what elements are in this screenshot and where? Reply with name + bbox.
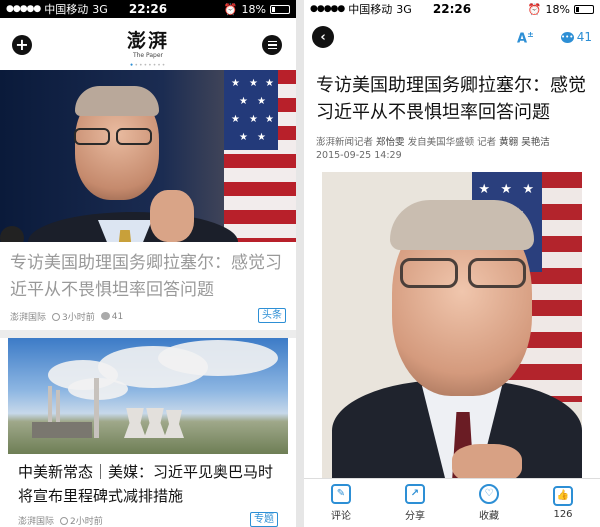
reporter-name[interactable]: 黄翱 (499, 137, 518, 148)
battery-icon (573, 4, 594, 14)
article-byline: 澎湃新闻记者 郑怡雯 发自美国华盛顿 记者 黄翱 吴艳洁 (316, 136, 594, 149)
feed-screen: ●●●●● 中国移动 3G 22:26 ⏰ 18% + 澎湃 The Paper… (0, 0, 296, 527)
reporter-name[interactable]: 郑怡雯 (376, 137, 405, 148)
app-header: + 澎湃 The Paper •••••••• (0, 18, 296, 70)
article-action-bar: ✎ 评论 ↗ 分享 ♡ 收藏 👍 126 (304, 478, 600, 527)
article-screen: ●●●●● 中国移动 3G 22:26 ⏰ 18% ‹ A± ••• 41 专访… (304, 0, 600, 527)
back-button[interactable]: ‹ (312, 26, 334, 48)
microphone-image (0, 226, 24, 242)
article-title[interactable]: 专访美国助理国务卿拉塞尔：感觉习近平从不畏惧坦率回答问题 (10, 250, 288, 304)
comment-button[interactable]: ✎ 评论 (304, 479, 378, 527)
app-logo-subtitle: The Paper (132, 52, 164, 59)
comment-count: 41 (576, 30, 592, 44)
favorite-label: 收藏 (479, 511, 499, 522)
network-label: 3G (396, 2, 412, 16)
article-title[interactable]: 中美新常态｜美媒：习近平见奥巴马时将宣布里程碑式减排措施 (18, 460, 284, 508)
article-time: 3小时前 (62, 313, 95, 323)
thumbs-up-icon: 👍 (553, 486, 573, 506)
battery-percent: 18% (545, 2, 570, 16)
comment-count-button[interactable]: ••• 41 (560, 30, 592, 44)
article-source: 澎湃国际 (10, 313, 47, 323)
clock-icon (52, 313, 61, 321)
clock: 22:26 (432, 2, 472, 16)
alarm-icon: ⏰ (223, 2, 238, 16)
article-meta: 澎湃国际 3小时前 41 (10, 310, 123, 323)
share-label: 分享 (405, 511, 425, 522)
carrier-label: 中国移动 (44, 3, 89, 16)
chevron-left-icon: ‹ (320, 29, 326, 45)
article-source: 澎湃国际 (18, 517, 55, 527)
network-label: 3G (92, 2, 108, 16)
comment-icon: ✎ (331, 484, 351, 504)
article-comment-count: 41 (111, 311, 124, 322)
publish-date: 2015-09-25 14:29 (316, 150, 402, 161)
byline-location: 发自美国华盛顿 记者 (407, 137, 497, 148)
battery-icon (269, 4, 290, 14)
article-card[interactable]: 专访美国助理国务卿拉塞尔：感觉习近平从不畏惧坦率回答问题 澎湃国际 3小时前 4… (0, 242, 296, 330)
divider (0, 330, 296, 338)
app-logo: 澎湃 (126, 30, 169, 52)
clock: 22:26 (128, 2, 168, 16)
status-bar: ●●●●● 中国移动 3G 22:26 ⏰ 18% (0, 0, 296, 18)
article-time: 2小时前 (70, 517, 103, 527)
article-toolbar: ‹ A± ••• 41 (304, 18, 600, 58)
article-title: 专访美国助理国务卿拉塞尔：感觉习近平从不畏惧坦率回答问题 (316, 75, 586, 123)
comment-label: 评论 (331, 511, 351, 522)
comment-icon (100, 311, 110, 320)
comment-bubble-icon: ••• (560, 31, 574, 43)
reporter-name[interactable]: 吴艳洁 (521, 137, 550, 148)
clock-icon (60, 517, 69, 525)
article-image[interactable] (8, 338, 288, 454)
page-dot: • (161, 62, 167, 69)
font-size-button[interactable]: A± (517, 30, 534, 46)
carrier-label: 中国移动 (348, 3, 393, 16)
heart-icon: ♡ (479, 484, 499, 504)
byline-prefix: 澎湃新闻记者 (316, 137, 374, 148)
status-bar: ●●●●● 中国移动 3G 22:26 ⏰ 18% (304, 0, 600, 18)
menu-button[interactable] (262, 35, 282, 55)
screenshot-divider (296, 0, 304, 527)
signal-icon: ●●●●● (6, 4, 41, 14)
topic-tag[interactable]: 专题 (250, 512, 278, 527)
share-button[interactable]: ↗ 分享 (378, 479, 452, 527)
battery-percent: 18% (241, 2, 266, 16)
favorite-button[interactable]: ♡ 收藏 (452, 479, 526, 527)
article-meta: 澎湃国际 2小时前 (18, 514, 103, 527)
article-photo[interactable]: ★ ★ ★ ★ ★ ★ ★ ★ (322, 172, 582, 482)
like-count: 126 (553, 509, 573, 520)
page-indicator: •••••••• (0, 62, 296, 69)
headline-image[interactable]: ★ ★ ★ ★ ★ ★ ★ ★ ★ ★ (0, 70, 296, 242)
signal-icon: ●●●●● (310, 4, 345, 14)
article-card[interactable]: 中美新常态｜美媒：习近平见奥巴马时将宣布里程碑式减排措施 澎湃国际 2小时前 专… (8, 454, 288, 527)
like-button[interactable]: 👍 126 (526, 479, 600, 527)
headline-tag[interactable]: 头条 (258, 308, 286, 323)
alarm-icon: ⏰ (527, 2, 542, 16)
share-icon: ↗ (405, 484, 425, 504)
